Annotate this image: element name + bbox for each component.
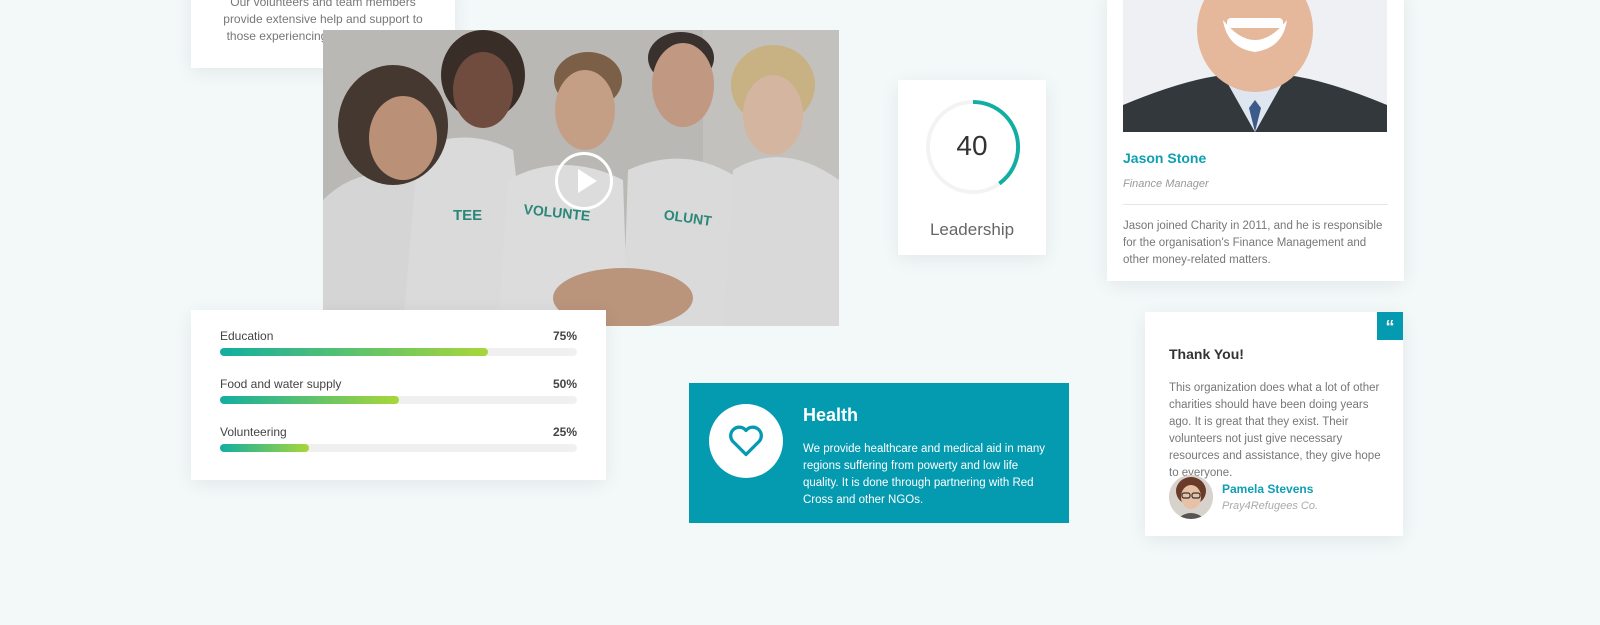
- testimonial-title: Thank You!: [1169, 346, 1244, 362]
- leadership-value: 40: [956, 130, 988, 161]
- play-icon: [578, 169, 597, 193]
- progress-row-food-water: Food and water supply 50%: [220, 377, 577, 421]
- progress-fill: [220, 348, 488, 356]
- progress-percent: 50%: [552, 377, 577, 391]
- testimonial-organization: Pray4Refugees Co.: [1222, 500, 1318, 512]
- health-title: Health: [803, 405, 859, 425]
- progress-track: [220, 396, 577, 404]
- quote-icon: “: [1377, 312, 1403, 340]
- testimonial-card: “ Thank You! This organization does what…: [1145, 312, 1403, 536]
- heart-icon: [729, 425, 763, 457]
- team-member-role: Finance Manager: [1123, 178, 1209, 190]
- progress-row-volunteering: Volunteering 25%: [220, 425, 577, 469]
- health-description: We provide healthcare and medical aid in…: [803, 443, 1046, 506]
- progress-fill: [220, 444, 310, 452]
- progress-track: [220, 444, 577, 452]
- team-member-photo: [1123, 0, 1387, 132]
- progress-percent: 25%: [552, 425, 577, 439]
- progress-label: Education: [220, 329, 274, 343]
- team-member-card: Jason Stone Finance Manager Jason joined…: [1107, 0, 1404, 281]
- progress-label: Volunteering: [220, 425, 287, 439]
- leadership-card: 40 Leadership: [898, 80, 1046, 255]
- team-member-bio: Jason joined Charity in 2011, and he is …: [1123, 220, 1383, 266]
- health-feature: Health We provide healthcare and medical…: [689, 383, 1069, 523]
- progress-card: Education 75% Food and water supply 50% …: [191, 310, 606, 480]
- leadership-label: Leadership: [929, 220, 1015, 239]
- progress-percent: 75%: [552, 329, 577, 343]
- team-member-name[interactable]: Jason Stone: [1123, 150, 1206, 166]
- progress-track: [220, 348, 577, 356]
- volunteers-video[interactable]: TEE VOLUNTE OLUNT: [323, 30, 839, 326]
- divider: [1123, 204, 1388, 205]
- testimonial-author[interactable]: Pamela Stevens: [1222, 482, 1313, 496]
- progress-label: Food and water supply: [220, 377, 342, 391]
- testimonial-text: This organization does what a lot of oth…: [1169, 382, 1381, 479]
- play-button[interactable]: [555, 152, 613, 210]
- health-icon-circle: [709, 404, 783, 478]
- progress-fill: [220, 396, 399, 404]
- avatar: [1169, 475, 1213, 519]
- progress-row-education: Education 75%: [220, 329, 577, 373]
